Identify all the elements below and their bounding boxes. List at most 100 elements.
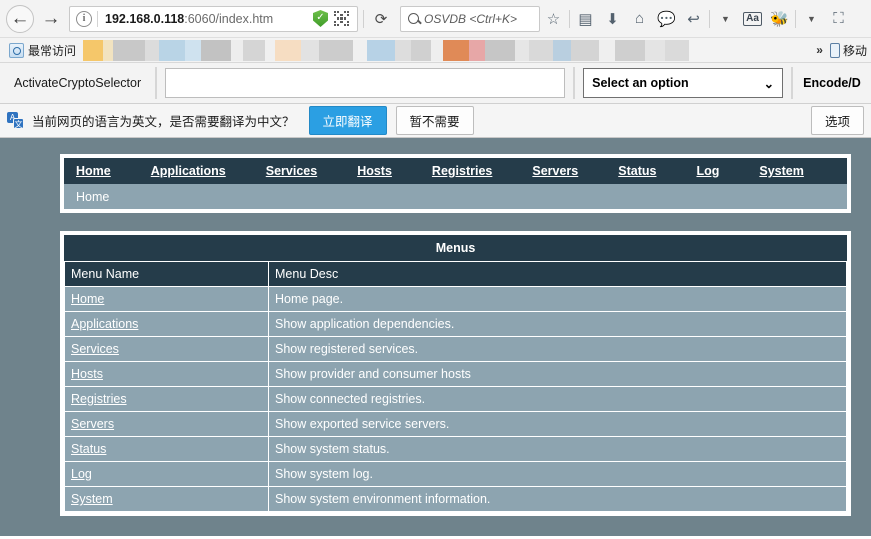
chevron-down-icon-select: ⌄ — [763, 76, 775, 91]
home-icon[interactable]: ⌂ — [626, 5, 653, 33]
forward-button[interactable]: → — [36, 4, 66, 34]
translate-icon: A文 — [7, 112, 24, 129]
translate-notification-bar: A文 当前网页的语言为英文，是否需要翻译为中文？ 立即翻译 暂不需要 选项 — [0, 104, 871, 138]
overflow-chevron-icon[interactable]: » — [809, 43, 830, 57]
menu-name-cell[interactable]: Home — [64, 286, 269, 312]
menu-name-cell[interactable]: Services — [64, 336, 269, 362]
url-path: :6060/index.htm — [184, 11, 274, 26]
undo-arrow-icon[interactable]: ↩ — [680, 5, 707, 33]
url-text: 192.168.0.118:6060/index.htm — [105, 12, 309, 26]
table-row: Log Show system log. — [64, 461, 847, 487]
search-input[interactable]: OSVDB <Ctrl+K> — [424, 12, 517, 26]
toolbar-divider-2 — [569, 9, 570, 28]
translate-now-button[interactable]: 立即翻译 — [308, 106, 387, 135]
menu-link-log[interactable]: Log — [71, 467, 92, 481]
menu-link-home[interactable]: Home — [71, 292, 104, 306]
addon-divider-1 — [155, 67, 158, 99]
menu-name-cell[interactable]: Log — [64, 461, 269, 487]
menu-desc-cell: Show system status. — [268, 436, 847, 462]
mobile-bookmarks-icon — [829, 42, 840, 58]
url-divider — [97, 10, 98, 27]
reload-button[interactable]: ⟳ — [366, 4, 396, 34]
menus-table-title: Menus — [64, 235, 847, 261]
translate-not-now-button[interactable]: 暂不需要 — [395, 106, 474, 135]
nav-item-home[interactable]: Home — [76, 164, 111, 178]
font-aa-icon[interactable]: Aa — [739, 5, 766, 33]
menu-desc-cell: Show registered services. — [268, 336, 847, 362]
menu-link-system[interactable]: System — [71, 492, 113, 506]
addon-title: ActivateCryptoSelector — [14, 76, 142, 90]
menu-desc-cell: Show system environment information. — [268, 486, 847, 512]
menu-name-cell[interactable]: System — [64, 486, 269, 512]
menu-name-cell[interactable]: Servers — [64, 411, 269, 437]
crypto-select[interactable]: Select an option ⌄ — [583, 68, 784, 98]
toolbar-divider-1 — [363, 9, 364, 28]
table-row: Services Show registered services. — [64, 336, 847, 362]
crypto-select-value: Select an option — [592, 76, 689, 90]
chevron-down-icon-2[interactable]: ▼ — [798, 5, 825, 33]
qr-code-icon[interactable] — [334, 11, 349, 26]
menu-name-cell[interactable]: Hosts — [64, 361, 269, 387]
table-row: Hosts Show provider and consumer hosts — [64, 361, 847, 387]
menu-link-status[interactable]: Status — [71, 442, 106, 456]
menu-link-hosts[interactable]: Hosts — [71, 367, 103, 381]
menu-name-cell[interactable]: Registries — [64, 386, 269, 412]
bookmark-thumbnails[interactable] — [83, 39, 809, 61]
forward-arrow-icon: → — [41, 8, 61, 29]
browser-chrome: ← → i 192.168.0.118:6060/index.htm ⟳ — [0, 0, 871, 138]
table-row: System Show system environment informati… — [64, 486, 847, 512]
table-row: Home Home page. — [64, 286, 847, 312]
bookmark-most-visited-label: 最常访问 — [28, 43, 77, 58]
nav-item-status[interactable]: Status — [618, 164, 656, 178]
crypto-input[interactable] — [165, 68, 566, 98]
nav-item-hosts[interactable]: Hosts — [357, 164, 392, 178]
menu-link-services[interactable]: Services — [71, 342, 119, 356]
url-host: 192.168.0.118 — [105, 11, 185, 26]
screenshot-crop-icon[interactable]: ⛶ — [825, 5, 852, 33]
page-info-icon[interactable]: i — [76, 10, 92, 27]
nav-item-log[interactable]: Log — [696, 164, 719, 178]
menu-desc-cell: Show system log. — [268, 461, 847, 487]
chat-bubble-icon[interactable]: 💬 — [653, 5, 680, 33]
bookmarks-overflow[interactable]: » 移动 — [809, 42, 867, 59]
bug-icon[interactable]: 🐝 — [766, 5, 793, 33]
nav-panel: Home Applications Services Hosts Registr… — [60, 154, 851, 213]
nav-item-registries[interactable]: Registries — [432, 164, 492, 178]
column-header-menu-name: Menu Name — [64, 261, 269, 287]
column-header-menu-desc: Menu Desc — [268, 261, 847, 287]
menu-link-applications[interactable]: Applications — [71, 317, 138, 331]
breadcrumb: Home — [64, 184, 847, 209]
addon-toolbar: ActivateCryptoSelector Select an option … — [0, 63, 871, 104]
back-button[interactable]: ← — [4, 4, 36, 34]
bookmark-most-visited[interactable]: 最常访问 — [4, 42, 81, 59]
most-visited-icon — [9, 42, 24, 58]
nav-item-services[interactable]: Services — [266, 164, 317, 178]
menus-panel: Menus Menu Name Menu Desc Home Home page… — [60, 231, 851, 516]
bookmarks-bar: 最常访问 » 移动 — [0, 38, 871, 63]
star-icon[interactable]: ☆ — [540, 5, 567, 33]
nav-item-servers[interactable]: Servers — [532, 164, 578, 178]
menu-link-servers[interactable]: Servers — [71, 417, 114, 431]
menu-name-cell[interactable]: Applications — [64, 311, 269, 337]
translate-message: 当前网页的语言为英文，是否需要翻译为中文？ — [32, 115, 295, 129]
table-row: Applications Show application dependenci… — [64, 311, 847, 337]
reload-icon: ⟳ — [374, 10, 388, 28]
search-box[interactable]: OSVDB <Ctrl+K> — [400, 5, 540, 32]
encode-decode-label[interactable]: Encode/D — [793, 76, 861, 90]
menus-table: Menu Name Menu Desc Home Home page. Appl… — [64, 261, 847, 512]
address-bar[interactable]: i 192.168.0.118:6060/index.htm — [69, 5, 358, 32]
menu-name-cell[interactable]: Status — [64, 436, 269, 462]
table-row: Registries Show connected registries. — [64, 386, 847, 412]
menu-link-registries[interactable]: Registries — [71, 392, 127, 406]
chevron-down-icon[interactable]: ▼ — [712, 5, 739, 33]
nav-item-system[interactable]: System — [759, 164, 803, 178]
reader-list-icon[interactable]: ▤ — [572, 5, 599, 33]
translate-options-button[interactable]: 选项 — [810, 106, 864, 135]
nav-item-applications[interactable]: Applications — [151, 164, 226, 178]
addon-divider-2 — [573, 67, 576, 99]
menus-table-header-row: Menu Name Menu Desc — [64, 261, 847, 287]
shield-check-icon[interactable] — [313, 10, 328, 27]
search-icon — [408, 13, 419, 24]
menu-desc-cell: Show exported service servers. — [268, 411, 847, 437]
download-arrow-icon[interactable]: ⬇ — [599, 5, 626, 33]
